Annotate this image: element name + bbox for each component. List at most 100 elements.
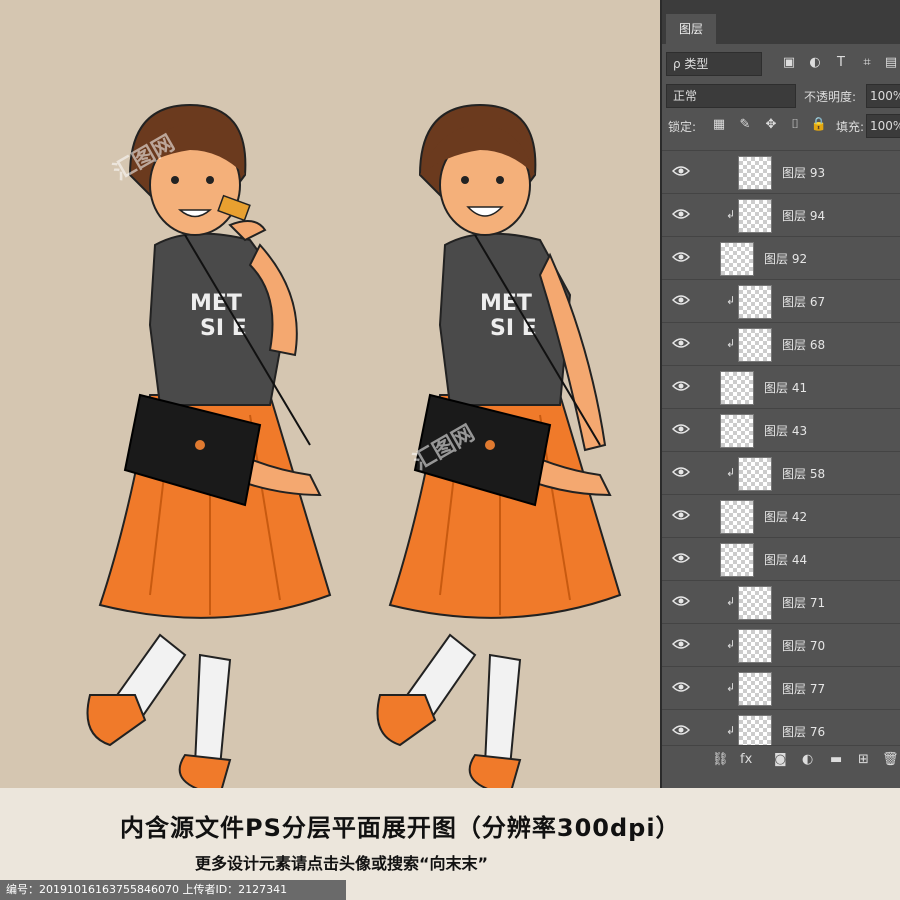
layer-name[interactable]: 图层 68 (782, 336, 825, 353)
layer-name[interactable]: 图层 77 (782, 680, 825, 697)
lock-position-icon[interactable]: ✥ (760, 114, 782, 136)
lock-label: 锁定: (668, 120, 697, 134)
layer-name[interactable]: 图层 71 (782, 594, 825, 611)
layer-name[interactable]: 图层 93 (782, 164, 825, 181)
layer-row[interactable]: 图层 93 (662, 150, 900, 194)
layer-thumbnail (738, 285, 772, 319)
layer-name[interactable]: 图层 58 (782, 465, 825, 482)
girl-illustration-smiling: MET SI E (376, 103, 622, 797)
layer-thumbnail (738, 672, 772, 706)
add-mask-icon[interactable]: ◙ (774, 752, 787, 767)
layer-row[interactable]: ↲ 图层 70 (662, 623, 900, 667)
lock-transparent-icon[interactable]: ▦ (708, 114, 730, 136)
layer-row[interactable]: 图层 92 (662, 236, 900, 280)
layer-row[interactable]: ↲ 图层 94 (662, 193, 900, 237)
panel-bottom-bar: ⛓ fx ◙ ◐ ▬ ⊞ 🗑 (662, 745, 900, 776)
layer-thumbnail (738, 156, 772, 190)
svg-text:MET: MET (480, 291, 532, 316)
layer-name[interactable]: 图层 92 (764, 250, 807, 267)
layer-name[interactable]: 图层 67 (782, 293, 825, 310)
type-filter-icon[interactable]: T (830, 52, 852, 74)
layer-thumbnail (720, 543, 754, 577)
filter-kind-select[interactable]: ρ 类型 (666, 52, 762, 76)
adjustment-filter-icon[interactable]: ◐ (804, 52, 826, 74)
visibility-eye-icon[interactable] (672, 251, 690, 263)
layer-thumbnail (720, 500, 754, 534)
blend-mode-select[interactable]: 正常 (666, 84, 796, 108)
layer-name[interactable]: 图层 70 (782, 637, 825, 654)
layer-thumbnail (738, 457, 772, 491)
shape-filter-icon[interactable]: ⌗ (856, 52, 878, 74)
clipping-mask-icon: ↲ (726, 638, 736, 651)
visibility-eye-icon[interactable] (672, 638, 690, 650)
new-group-icon[interactable]: ▬ (830, 752, 842, 767)
girl-illustration-eating: MET SI E (86, 103, 332, 797)
panel-tab-bar: 图层 (662, 0, 900, 44)
opacity-input[interactable]: 100% (866, 84, 900, 108)
visibility-eye-icon[interactable] (672, 724, 690, 736)
layer-row[interactable]: 图层 42 (662, 494, 900, 538)
visibility-eye-icon[interactable] (672, 466, 690, 478)
layer-name[interactable]: 图层 41 (764, 379, 807, 396)
upload-info-footer: 编号：20191016163755846070 上传者ID：2127341 (0, 880, 346, 900)
fill-input[interactable]: 100% (866, 114, 900, 138)
smart-object-filter-icon[interactable]: ▤ (880, 52, 900, 74)
layer-thumbnail (720, 414, 754, 448)
layer-row[interactable]: ↲ 图层 77 (662, 666, 900, 710)
filter-row: ρ 类型 ▣ ◐ T ⌗ ▤ (666, 52, 900, 78)
layer-thumbnail (738, 586, 772, 620)
clipping-mask-icon: ↲ (726, 337, 736, 350)
tab-layers[interactable]: 图层 (666, 14, 716, 44)
layer-name[interactable]: 图层 42 (764, 508, 807, 525)
visibility-eye-icon[interactable] (672, 681, 690, 693)
blend-row: 正常 不透明度: 100% (666, 84, 900, 110)
lock-paint-icon[interactable]: ✎ (734, 114, 756, 136)
layer-row[interactable]: ↲ 图层 67 (662, 279, 900, 323)
visibility-eye-icon[interactable] (672, 208, 690, 220)
banner-subtitle: 更多设计元素请点击头像或搜索“向末末” (195, 854, 489, 873)
layer-row[interactable]: 图层 41 (662, 365, 900, 409)
layer-row[interactable]: ↲ 图层 68 (662, 322, 900, 366)
bottom-banner: 内含源文件PS分层平面展开图（分辨率300dpi） 更多设计元素请点击头像或搜索… (0, 788, 900, 900)
artwork-canvas: MET SI E MET SI E 汇图网 汇图网 (0, 0, 660, 797)
banner-title: 内含源文件PS分层平面展开图（分辨率300dpi） (120, 814, 681, 842)
layer-name[interactable]: 图层 76 (782, 723, 825, 740)
layer-row[interactable]: ↲ 图层 58 (662, 451, 900, 495)
lock-artboard-icon[interactable]: ⌷ (784, 114, 806, 136)
visibility-eye-icon[interactable] (672, 337, 690, 349)
lock-row: 锁定: ▦ ✎ ✥ ⌷ 🔒 填充: 100% (666, 114, 900, 140)
layer-row[interactable]: 图层 43 (662, 408, 900, 452)
fill-label: 填充: (836, 120, 865, 134)
visibility-eye-icon[interactable] (672, 165, 690, 177)
visibility-eye-icon[interactable] (672, 595, 690, 607)
delete-layer-icon[interactable]: 🗑 (882, 752, 899, 767)
new-layer-icon[interactable]: ⊞ (858, 752, 869, 767)
clipping-mask-icon: ↲ (726, 466, 736, 479)
clipping-mask-icon: ↲ (726, 724, 736, 737)
visibility-eye-icon[interactable] (672, 294, 690, 306)
clipping-mask-icon: ↲ (726, 595, 736, 608)
layer-name[interactable]: 图层 43 (764, 422, 807, 439)
image-filter-icon[interactable]: ▣ (778, 52, 800, 74)
layer-style-icon[interactable]: fx (740, 752, 752, 767)
layer-thumbnail (738, 629, 772, 663)
layer-name[interactable]: 图层 94 (782, 207, 825, 224)
svg-text:MET: MET (190, 291, 242, 316)
layer-thumbnail (738, 199, 772, 233)
clipping-mask-icon: ↲ (726, 208, 736, 221)
layer-row[interactable]: 图层 44 (662, 537, 900, 581)
visibility-eye-icon[interactable] (672, 380, 690, 392)
visibility-eye-icon[interactable] (672, 552, 690, 564)
layer-name[interactable]: 图层 44 (764, 551, 807, 568)
layer-thumbnail (738, 328, 772, 362)
visibility-eye-icon[interactable] (672, 509, 690, 521)
layer-thumbnail (738, 715, 772, 749)
new-adjustment-icon[interactable]: ◐ (802, 752, 813, 767)
clipping-mask-icon: ↲ (726, 294, 736, 307)
link-layers-icon[interactable]: ⛓ (712, 752, 729, 767)
layer-row[interactable]: ↲ 图层 71 (662, 580, 900, 624)
visibility-eye-icon[interactable] (672, 423, 690, 435)
layers-panel: 图层 ρ 类型 ▣ ◐ T ⌗ ▤ 正常 不透明度: 100% 锁定: ▦ ✎ … (660, 0, 900, 790)
lock-all-icon[interactable]: 🔒 (808, 114, 830, 136)
clipping-mask-icon: ↲ (726, 681, 736, 694)
